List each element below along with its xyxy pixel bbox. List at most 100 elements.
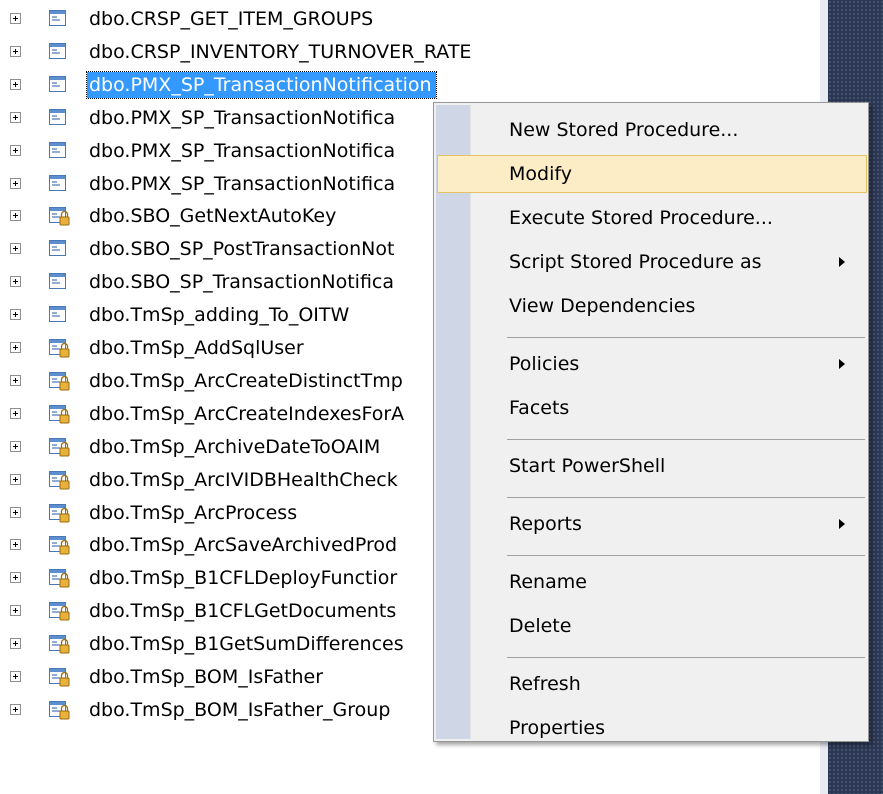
expand-plus-icon[interactable]	[10, 309, 21, 321]
expand-plus-icon[interactable]	[10, 78, 21, 90]
context-menu: New Stored Procedure... Modify Execute Sto…	[433, 102, 869, 742]
menu-separator	[507, 555, 865, 556]
menu-item-label: Facets	[509, 397, 570, 419]
stored-procedure-icon	[48, 270, 70, 294]
menu-item-label: Modify	[509, 163, 572, 185]
tree-node-label[interactable]: dbo.TmSp_ArcCreateDistinctTmp	[87, 368, 407, 394]
tree-node-label[interactable]: dbo.TmSp_ArchiveDateToOAIM	[87, 434, 384, 460]
expand-plus-icon[interactable]	[10, 276, 21, 288]
tree-node-label[interactable]: dbo.CRSP_INVENTORY_TURNOVER_RATE	[87, 39, 475, 65]
expand-plus-icon[interactable]	[10, 374, 21, 386]
menu-item-label: Refresh	[509, 673, 581, 695]
expand-plus-icon[interactable]	[10, 342, 21, 353]
menu-item-policies[interactable]: Policies	[437, 345, 867, 383]
locked-stored-procedure-icon	[48, 566, 70, 590]
locked-stored-procedure-icon	[48, 501, 70, 525]
expand-plus-icon[interactable]	[10, 572, 21, 584]
tree-node-label[interactable]: dbo.TmSp_AddSqlUser	[87, 335, 308, 361]
menu-item-label: Properties	[509, 717, 606, 739]
menu-item-label: Policies	[509, 353, 580, 375]
expand-plus-icon[interactable]	[10, 671, 21, 682]
menu-item-label: Reports	[509, 513, 582, 535]
tree-node-label[interactable]: dbo.PMX_SP_TransactionNotifica	[87, 105, 399, 131]
locked-stored-procedure-icon	[48, 435, 70, 459]
tree-node-label[interactable]: dbo.TmSp_B1CFLDeployFunctior	[87, 565, 401, 591]
expand-plus-icon[interactable]	[10, 638, 21, 650]
stored-procedure-icon	[48, 139, 70, 163]
expand-plus-icon[interactable]	[10, 177, 21, 189]
tree-node-label[interactable]: dbo.PMX_SP_TransactionNotifica	[87, 171, 399, 197]
locked-stored-procedure-icon	[48, 336, 70, 360]
expand-plus-icon[interactable]	[10, 13, 21, 24]
locked-stored-procedure-icon	[48, 533, 70, 557]
locked-stored-procedure-icon	[48, 468, 70, 492]
stored-procedure-icon	[48, 172, 70, 196]
stored-procedure-icon	[48, 73, 70, 97]
menu-separator	[507, 497, 865, 498]
menu-separator	[507, 439, 865, 440]
expand-plus-icon[interactable]	[10, 144, 21, 156]
expand-plus-icon[interactable]	[10, 111, 21, 123]
tree-node-label[interactable]: dbo.PMX_SP_TransactionNotification	[86, 70, 437, 99]
menu-item-script-stored-procedure-as[interactable]: Script Stored Procedure as	[437, 243, 867, 281]
menu-item-label: Start PowerShell	[509, 455, 666, 477]
stored-procedure-icon	[48, 106, 70, 130]
stored-procedure-icon	[48, 7, 70, 31]
tree-node-label[interactable]: dbo.TmSp_B1CFLGetDocuments	[87, 598, 400, 624]
menu-item-label: Delete	[509, 615, 572, 637]
stored-procedure-icon	[48, 40, 70, 64]
locked-stored-procedure-icon	[48, 632, 70, 656]
tree-node-label[interactable]: dbo.SBO_SP_PostTransactionNot	[87, 236, 398, 262]
menu-item-start-powershell[interactable]: Start PowerShell	[437, 447, 867, 485]
locked-stored-procedure-icon	[48, 369, 70, 393]
tree-node-label[interactable]: dbo.TmSp_adding_To_OITW	[87, 302, 353, 328]
menu-item-label: Execute Stored Procedure...	[509, 207, 773, 229]
expand-plus-icon[interactable]	[10, 210, 21, 222]
menu-separator	[507, 657, 865, 658]
tree-node-stored-procedure[interactable]: dbo.CRSP_GET_ITEM_GROUPS	[0, 5, 800, 34]
locked-stored-procedure-icon	[48, 698, 70, 722]
tree-node-label[interactable]: dbo.TmSp_BOM_IsFather_Group	[87, 697, 394, 723]
tree-node-stored-procedure[interactable]: dbo.CRSP_INVENTORY_TURNOVER_RATE	[0, 38, 800, 67]
expand-plus-icon[interactable]	[10, 703, 21, 715]
menu-item-label: View Dependencies	[509, 295, 696, 317]
expand-plus-icon[interactable]	[10, 407, 21, 419]
menu-item-label: Rename	[509, 571, 587, 593]
menu-item-delete[interactable]: Delete	[437, 607, 867, 645]
submenu-arrow-icon	[839, 257, 845, 267]
tree-node-label[interactable]: dbo.TmSp_ArcIVIDBHealthCheck	[87, 467, 402, 493]
expand-plus-icon[interactable]	[10, 605, 21, 617]
tree-node-stored-procedure[interactable]: dbo.PMX_SP_TransactionNotification	[0, 70, 800, 100]
menu-item-rename[interactable]: Rename	[437, 563, 867, 601]
submenu-arrow-icon	[839, 519, 845, 529]
menu-item-properties[interactable]: Properties	[437, 709, 867, 747]
tree-node-label[interactable]: dbo.TmSp_B1GetSumDifferences	[87, 631, 408, 657]
expand-plus-icon[interactable]	[10, 243, 21, 255]
menu-item-view-dependencies[interactable]: View Dependencies	[437, 287, 867, 325]
tree-node-label[interactable]: dbo.TmSp_ArcProcess	[87, 500, 301, 526]
tree-node-label[interactable]: dbo.CRSP_GET_ITEM_GROUPS	[87, 6, 377, 32]
locked-stored-procedure-icon	[48, 204, 70, 228]
menu-separator	[507, 337, 865, 338]
tree-node-label[interactable]: dbo.SBO_SP_TransactionNotifica	[87, 269, 398, 295]
menu-item-modify[interactable]: Modify	[437, 155, 867, 193]
locked-stored-procedure-icon	[48, 665, 70, 689]
tree-node-label[interactable]: dbo.PMX_SP_TransactionNotifica	[87, 138, 399, 164]
menu-item-new-stored-procedure[interactable]: New Stored Procedure...	[437, 111, 867, 149]
tree-node-label[interactable]: dbo.TmSp_ArcCreateIndexesForA	[87, 401, 408, 427]
expand-plus-icon[interactable]	[10, 45, 21, 57]
menu-item-refresh[interactable]: Refresh	[437, 665, 867, 703]
expand-plus-icon[interactable]	[10, 539, 21, 551]
tree-node-label[interactable]: dbo.SBO_GetNextAutoKey	[87, 203, 340, 229]
expand-plus-icon[interactable]	[10, 440, 21, 452]
menu-item-label: New Stored Procedure...	[509, 119, 739, 141]
expand-plus-icon[interactable]	[10, 473, 21, 485]
tree-node-label[interactable]: dbo.TmSp_ArcSaveArchivedProd	[87, 532, 401, 558]
submenu-arrow-icon	[839, 359, 845, 369]
stored-procedure-icon	[48, 303, 70, 327]
expand-plus-icon[interactable]	[10, 506, 21, 518]
menu-item-reports[interactable]: Reports	[437, 505, 867, 543]
menu-item-execute-stored-procedure[interactable]: Execute Stored Procedure...	[437, 199, 867, 237]
tree-node-label[interactable]: dbo.TmSp_BOM_IsFather	[87, 664, 327, 690]
menu-item-facets[interactable]: Facets	[437, 389, 867, 427]
